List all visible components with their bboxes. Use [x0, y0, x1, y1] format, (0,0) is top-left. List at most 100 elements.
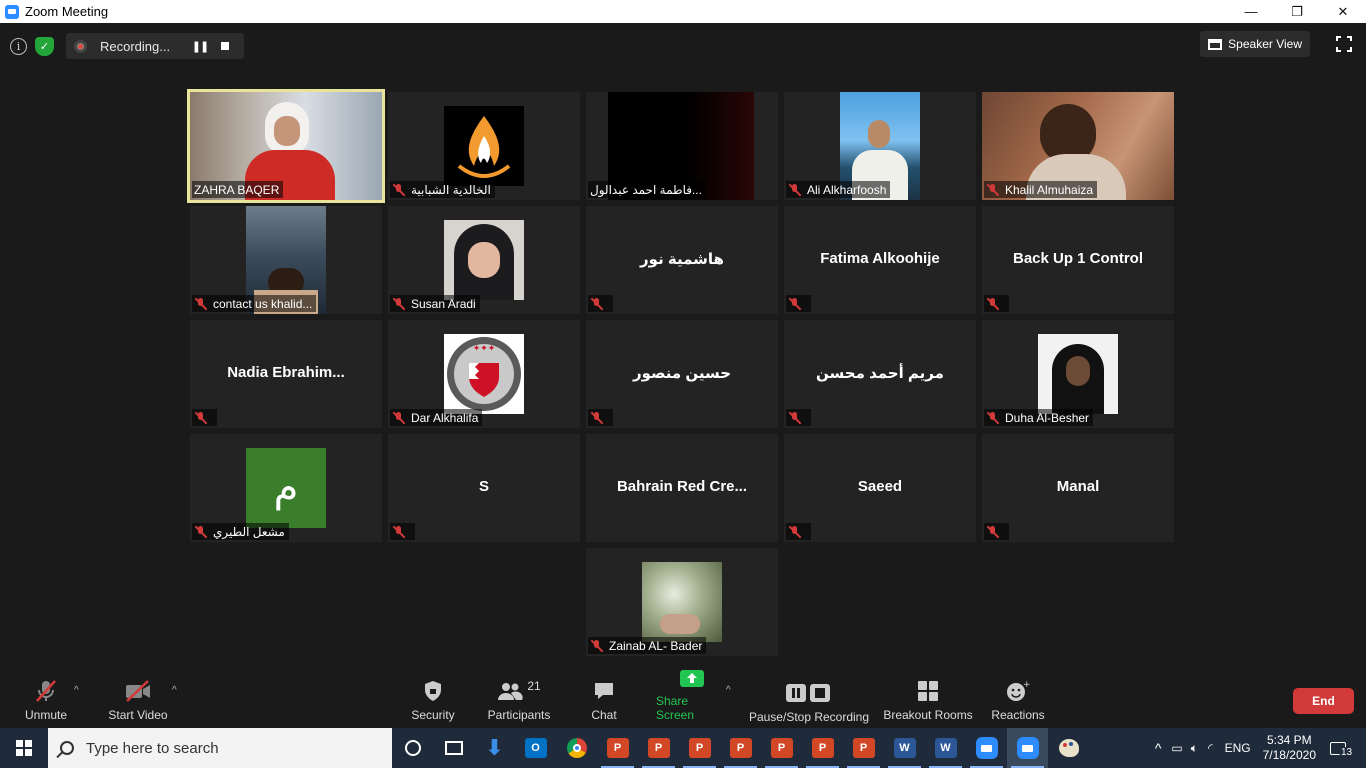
word-icon-2[interactable]: W: [925, 728, 966, 768]
participant-tile[interactable]: Susan Aradi: [388, 206, 580, 314]
participant-tile[interactable]: حسين منصور: [586, 320, 778, 428]
speaker-view-button[interactable]: Speaker View: [1200, 31, 1310, 57]
participants-icon: 21: [497, 679, 541, 703]
share-screen-button[interactable]: Share Screen: [656, 670, 728, 728]
powerpoint-icon-5[interactable]: P: [761, 728, 802, 768]
powerpoint-icon-4[interactable]: P: [720, 728, 761, 768]
participant-tile[interactable]: S: [388, 434, 580, 542]
start-video-button[interactable]: Start Video: [106, 675, 170, 728]
participant-label: ZAHRA BAQER: [192, 181, 284, 198]
meeting-area: i ✓ Recording... ❚❚ Speaker View ZAHRA B…: [0, 23, 1366, 675]
participant-tile[interactable]: Fatima Alkoohije: [784, 206, 976, 314]
participant-tile[interactable]: هاشمية نور: [586, 206, 778, 314]
paint-icon[interactable]: [1048, 728, 1089, 768]
video-feed: [444, 220, 524, 300]
clock[interactable]: 5:34 PM 7/18/2020: [1263, 733, 1316, 763]
participant-tile[interactable]: Khalil Almuhaiza: [982, 92, 1174, 200]
unmute-button[interactable]: Unmute: [22, 675, 70, 728]
cortana-icon[interactable]: [392, 728, 433, 768]
powerpoint-icon-6[interactable]: P: [802, 728, 843, 768]
language-indicator[interactable]: ENG: [1225, 741, 1251, 755]
task-view-icon[interactable]: [433, 728, 474, 768]
word-icon-1[interactable]: W: [884, 728, 925, 768]
video-feed: [444, 106, 524, 186]
meeting-info-icon[interactable]: i: [10, 37, 27, 55]
participant-tile[interactable]: فاطمة احمد عبدالول...: [586, 92, 778, 200]
participant-label: [588, 295, 613, 312]
start-button[interactable]: [0, 728, 48, 768]
share-options-caret-icon[interactable]: ^: [726, 685, 731, 696]
powerpoint-icon-3[interactable]: P: [679, 728, 720, 768]
participant-tile[interactable]: ✦✦✦ Dar Alkhalifa: [388, 320, 580, 428]
participant-tile[interactable]: الخالدية الشبابية: [388, 92, 580, 200]
meeting-toolbar: Unmute ^ Start Video ^ Security 21 Parti…: [0, 670, 1366, 728]
participant-tile[interactable]: Ali Alkharfoosh: [784, 92, 976, 200]
participants-button[interactable]: 21 Participants: [484, 675, 554, 728]
outlook-icon[interactable]: O: [515, 728, 556, 768]
encryption-shield-icon[interactable]: ✓: [35, 36, 54, 56]
speaker-view-icon: [1208, 38, 1223, 50]
zoom-taskbar-icon-2[interactable]: [1007, 728, 1048, 768]
close-button[interactable]: ✕: [1320, 0, 1366, 23]
participant-label: [786, 295, 811, 312]
pause-recording-icon[interactable]: ❚❚: [187, 40, 213, 53]
video-options-caret-icon[interactable]: ^: [172, 685, 177, 696]
search-icon: [60, 741, 74, 755]
participant-name: Bahrain Red Cre...: [616, 478, 748, 495]
zoom-app-icon: [5, 4, 19, 19]
stop-recording-icon[interactable]: [221, 42, 229, 50]
svg-text:+: +: [1023, 680, 1030, 690]
video-feed: [642, 562, 722, 642]
participant-tile[interactable]: Saeed: [784, 434, 976, 542]
participant-tile[interactable]: Duha Al-Besher: [982, 320, 1174, 428]
powerpoint-icon-1[interactable]: P: [597, 728, 638, 768]
battery-icon[interactable]: ▭: [1171, 741, 1182, 755]
notifications-icon[interactable]: 13: [1330, 741, 1356, 758]
audio-options-caret-icon[interactable]: ^: [74, 685, 79, 696]
pause-stop-recording-label: Pause/Stop Recording: [748, 710, 870, 724]
mic-muted-icon: [392, 183, 406, 197]
volume-icon[interactable]: 🔈︎: [1191, 741, 1198, 756]
reactions-button[interactable]: + Reactions: [990, 675, 1046, 728]
zoom-taskbar-icon-1[interactable]: [966, 728, 1007, 768]
mic-muted-icon: [194, 525, 208, 539]
participant-tile[interactable]: contact us khalid...: [190, 206, 382, 314]
participant-tile[interactable]: م مشعل الطيري: [190, 434, 382, 542]
taskbar-search[interactable]: Type here to search: [48, 728, 392, 768]
pause-stop-recording-button[interactable]: Pause/Stop Recording: [748, 675, 870, 728]
participant-tile[interactable]: Zainab AL- Bader: [586, 548, 778, 656]
show-hidden-icons-icon[interactable]: ^: [1155, 740, 1162, 756]
network-icon[interactable]: ◜: [1208, 741, 1213, 755]
fullscreen-icon[interactable]: [1336, 36, 1352, 52]
video-off-icon: [124, 679, 152, 703]
mic-muted-icon: [590, 411, 604, 425]
restore-button[interactable]: ❐: [1274, 0, 1320, 23]
start-video-label: Start Video: [108, 708, 168, 722]
breakout-rooms-icon: [917, 679, 939, 703]
minimize-button[interactable]: —: [1228, 0, 1274, 23]
participant-label: [984, 295, 1009, 312]
participant-tile[interactable]: Manal: [982, 434, 1174, 542]
powerpoint-icon-2[interactable]: P: [638, 728, 679, 768]
window-titlebar: Zoom Meeting — ❐ ✕: [0, 0, 1366, 23]
powerpoint-icon-7[interactable]: P: [843, 728, 884, 768]
mic-muted-icon: [392, 411, 406, 425]
chrome-icon[interactable]: [556, 728, 597, 768]
participant-tile[interactable]: Bahrain Red Cre...: [586, 434, 778, 542]
participant-tile[interactable]: Nadia Ebrahim...: [190, 320, 382, 428]
reactions-label: Reactions: [991, 708, 1045, 722]
end-meeting-button[interactable]: End: [1293, 688, 1354, 714]
participant-tile[interactable]: ZAHRA BAQER: [187, 89, 385, 203]
chat-button[interactable]: Chat: [588, 675, 620, 728]
clock-time: 5:34 PM: [1266, 733, 1312, 747]
participant-name: Susan Aradi: [411, 296, 476, 311]
clock-date: 7/18/2020: [1262, 748, 1316, 762]
participant-tile[interactable]: Back Up 1 Control: [982, 206, 1174, 314]
security-button[interactable]: Security: [408, 675, 458, 728]
participant-label: Dar Alkhalifa: [390, 409, 483, 426]
participant-label: مشعل الطيري: [192, 523, 289, 540]
downloads-icon[interactable]: ⬇: [474, 728, 515, 768]
speaker-view-label: Speaker View: [1228, 37, 1302, 51]
participant-tile[interactable]: مريم أحمد محسن: [784, 320, 976, 428]
breakout-rooms-button[interactable]: Breakout Rooms: [882, 675, 974, 728]
